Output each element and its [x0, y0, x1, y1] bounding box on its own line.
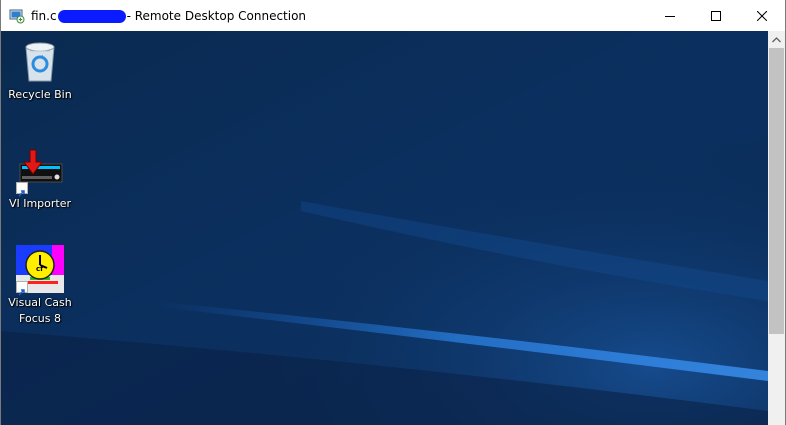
desktop-wallpaper	[1, 31, 768, 425]
window-title: fin.c - Remote Desktop Connection	[31, 9, 306, 23]
recycle-bin-icon	[16, 37, 64, 85]
desktop-icon-vi-importer[interactable]: VI Importer	[2, 146, 78, 212]
vi-importer-icon	[16, 146, 64, 197]
vertical-scrollbar[interactable]	[768, 31, 785, 425]
svg-text:cf: cf	[36, 265, 44, 273]
title-bar[interactable]: fin.c - Remote Desktop Connection	[1, 0, 785, 31]
minimize-icon	[665, 15, 675, 17]
shortcut-arrow-icon	[16, 182, 28, 197]
close-button[interactable]	[739, 0, 785, 31]
desktop-icon-visual-cash-focus[interactable]: cf Visual Cash Focus 8	[2, 245, 78, 327]
shortcut-arrow-icon	[16, 281, 28, 296]
window-title-suffix: - Remote Desktop Connection	[126, 8, 307, 23]
vi-importer-label: VI Importer	[8, 197, 72, 210]
maximize-button[interactable]	[693, 0, 739, 31]
remote-desktop-window: fin.c - Remote Desktop Connection Recycl…	[0, 0, 786, 425]
redaction-mark	[57, 10, 126, 23]
remote-desktop-app-icon[interactable]	[9, 8, 25, 24]
scroll-up-button[interactable]	[768, 31, 785, 48]
desktop-icon-recycle-bin[interactable]: Recycle Bin	[2, 37, 78, 103]
scrollbar-thumb[interactable]	[769, 48, 784, 334]
close-icon	[757, 10, 767, 21]
visual-cash-focus-icon: cf	[16, 245, 64, 296]
visual-cash-focus-label: Visual Cash Focus 8	[8, 296, 72, 325]
window-title-prefix: fin.c	[31, 8, 57, 23]
chevron-up-icon	[772, 36, 781, 42]
maximize-icon	[711, 10, 721, 21]
remote-desktop-area[interactable]: Recycle Bin VI Importer cf Visual Cash F…	[1, 31, 768, 425]
recycle-bin-label: Recycle Bin	[8, 88, 72, 101]
window-controls	[647, 0, 785, 31]
minimize-button[interactable]	[647, 0, 693, 31]
